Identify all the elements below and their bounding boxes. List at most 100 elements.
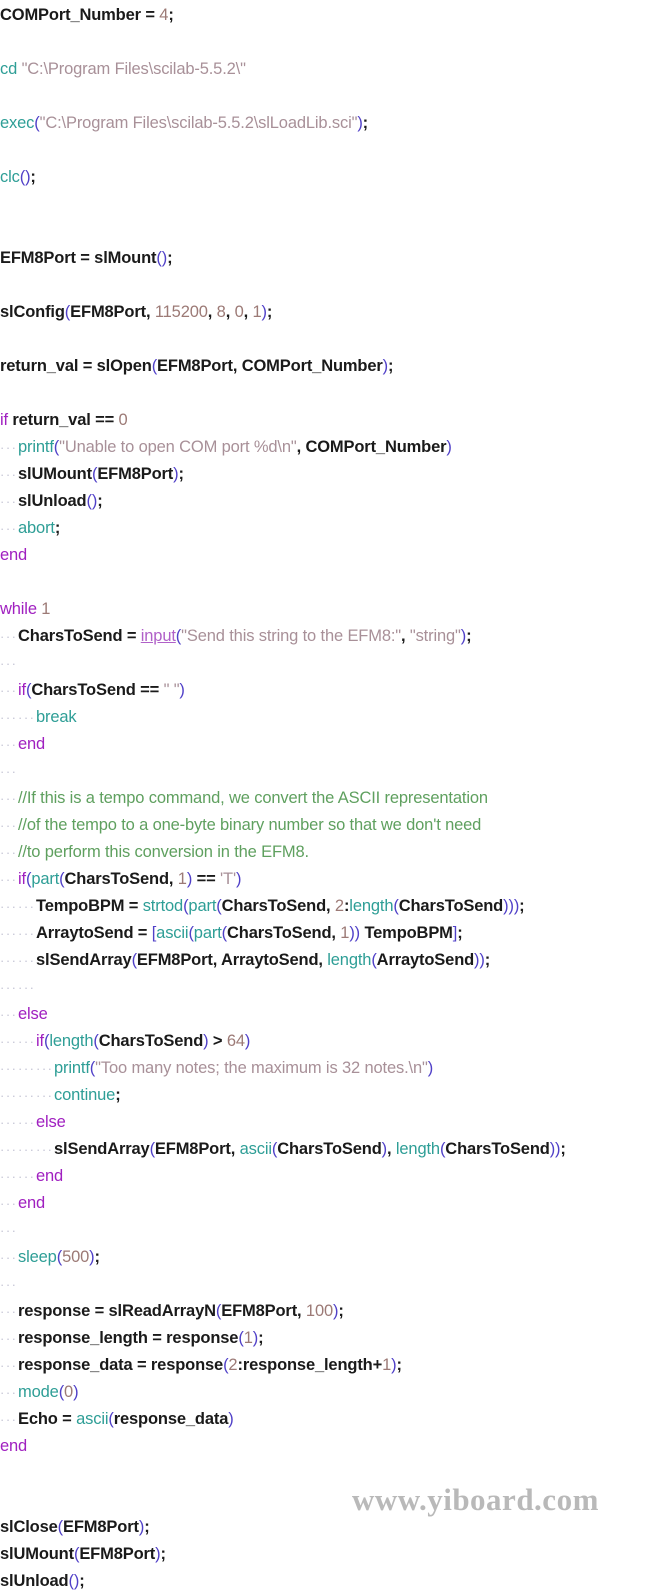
indent-guide-icon: ··· — [0, 1088, 18, 1103]
code-line[interactable]: cd "C:\Program Files\scilab-5.5.2\" — [0, 56, 668, 83]
code-token-op: ; — [97, 492, 103, 510]
code-line[interactable]: ···if(CharsToSend == " ") — [0, 677, 668, 704]
indent-guide-icon: ··· — [0, 1331, 18, 1346]
code-token-paren: ) — [446, 438, 452, 456]
code-line[interactable]: ··· — [0, 1271, 668, 1298]
code-line[interactable]: ···if(part(CharsToSend, 1) == 'T') — [0, 866, 668, 893]
code-token-op: , — [225, 303, 235, 321]
code-line[interactable]: if return_val == 0 — [0, 407, 668, 434]
code-token-plain: response_data — [113, 1410, 229, 1428]
code-line[interactable]: ···end — [0, 1190, 668, 1217]
code-line[interactable]: ···slUMount(EFM8Port); — [0, 461, 668, 488]
code-token-op: ; — [258, 1329, 264, 1347]
code-token-fn: length — [49, 1032, 94, 1050]
code-line[interactable] — [0, 218, 668, 245]
indent-guide-icon: ··· — [0, 791, 18, 806]
code-token-op: ; — [54, 519, 61, 537]
code-line[interactable]: ······else — [0, 1109, 668, 1136]
code-token-plain: response_data — [18, 1356, 133, 1374]
code-line[interactable] — [0, 569, 668, 596]
code-token-plain: EFM8Port — [221, 1302, 298, 1320]
code-line[interactable]: end — [0, 542, 668, 569]
code-line[interactable]: while 1 — [0, 596, 668, 623]
code-editor[interactable]: COMPort_Number = 4; cd "C:\Program Files\… — [0, 0, 668, 1590]
code-token-fn: ascii — [156, 924, 189, 942]
code-line[interactable] — [0, 29, 668, 56]
code-line[interactable]: ···end — [0, 731, 668, 758]
code-line[interactable]: slUnload(); — [0, 1568, 668, 1595]
code-token-num: 0 — [64, 1383, 74, 1401]
code-line[interactable]: ······if(length(CharsToSend) > 64) — [0, 1028, 668, 1055]
code-token-plain: COMPort_Number — [305, 438, 447, 456]
code-token-op: ; — [168, 6, 174, 24]
code-line[interactable]: exec("C:\Program Files\scilab-5.5.2\slLo… — [0, 110, 668, 137]
code-token-op: ; — [466, 627, 472, 645]
code-line[interactable]: COMPort_Number = 4; — [0, 2, 668, 29]
code-line[interactable]: ·········continue; — [0, 1082, 668, 1109]
code-token-plain: EFM8Port — [63, 1518, 139, 1536]
code-line[interactable]: ···response = slReadArrayN(EFM8Port, 100… — [0, 1298, 668, 1325]
code-line[interactable]: return_val = slOpen(EFM8Port, COMPort_Nu… — [0, 353, 668, 380]
code-line[interactable]: EFM8Port = slMount(); — [0, 245, 668, 272]
code-line[interactable]: ·········slSendArray(EFM8Port, ascii(Cha… — [0, 1136, 668, 1163]
code-line[interactable]: ···Echo = ascii(response_data) — [0, 1406, 668, 1433]
indent-guide-icon: ··· — [0, 1277, 18, 1292]
code-token-num: 1 — [41, 600, 51, 618]
code-token-num: 8 — [216, 303, 226, 321]
code-line[interactable]: ··· — [0, 1217, 668, 1244]
code-token-plain: CharsToSend — [64, 870, 170, 888]
code-line[interactable]: ··· — [0, 650, 668, 677]
code-token-op: ; — [167, 249, 173, 267]
code-token-op: = — [124, 897, 143, 915]
code-line[interactable]: ······TempoBPM = strtod(part(CharsToSend… — [0, 893, 668, 920]
code-token-fn: abort — [18, 519, 55, 537]
code-line[interactable]: ···slUnload(); — [0, 488, 668, 515]
code-line[interactable] — [0, 380, 668, 407]
code-line[interactable]: ······ — [0, 974, 668, 1001]
code-line[interactable]: ·········printf("Too many notes; the max… — [0, 1055, 668, 1082]
code-token-fn: clc — [0, 168, 20, 186]
indent-guide-icon: ··· — [0, 1061, 18, 1076]
code-line[interactable]: slConfig(EFM8Port, 115200, 8, 0, 1); — [0, 299, 668, 326]
code-token-kw: else — [36, 1113, 66, 1131]
code-line[interactable] — [0, 326, 668, 353]
code-line[interactable]: ······break — [0, 704, 668, 731]
code-token-op: , — [401, 627, 410, 645]
code-token-op: ; — [457, 924, 463, 942]
code-line[interactable]: ······end — [0, 1163, 668, 1190]
code-line[interactable]: ··· — [0, 758, 668, 785]
code-line[interactable]: end — [0, 1433, 668, 1460]
code-token-op: , — [387, 1140, 396, 1158]
code-line[interactable]: slUMount(EFM8Port); — [0, 1541, 668, 1568]
code-token-op: ; — [396, 1356, 402, 1374]
code-line[interactable]: clc(); — [0, 164, 668, 191]
code-line[interactable]: ···//to perform this conversion in the E… — [0, 839, 668, 866]
code-token-kw: end — [18, 1194, 46, 1212]
code-line[interactable]: ···else — [0, 1001, 668, 1028]
code-token-op: ; — [388, 357, 394, 375]
code-line[interactable] — [0, 191, 668, 218]
code-token-plain: slUnload — [0, 1572, 69, 1590]
code-token-kw: else — [18, 1005, 48, 1023]
code-line[interactable]: ···response_data = response(2:response_l… — [0, 1352, 668, 1379]
indent-guide-icon: ··· — [18, 1034, 36, 1049]
code-token-plain: CharsToSend — [445, 1140, 550, 1158]
indent-guide-icon: ··· — [0, 899, 18, 914]
code-line[interactable]: ···mode(0) — [0, 1379, 668, 1406]
code-line[interactable]: ······slSendArray(EFM8Port, ArraytoSend,… — [0, 947, 668, 974]
code-line[interactable] — [0, 83, 668, 110]
indent-guide-icon: ··· — [0, 872, 18, 887]
code-line[interactable]: ······ArraytoSend = [ascii(part(CharsToS… — [0, 920, 668, 947]
code-line[interactable]: ···sleep(500); — [0, 1244, 668, 1271]
code-line[interactable]: ···CharsToSend = input("Send this string… — [0, 623, 668, 650]
code-line[interactable] — [0, 137, 668, 164]
code-line[interactable]: ···abort; — [0, 515, 668, 542]
indent-guide-icon: ··· — [18, 980, 36, 995]
code-line[interactable]: ···//If this is a tempo command, we conv… — [0, 785, 668, 812]
code-line[interactable] — [0, 272, 668, 299]
code-line[interactable]: ···//of the tempo to a one-byte binary n… — [0, 812, 668, 839]
code-token-paren: ) — [228, 1410, 234, 1428]
code-line[interactable]: slClose(EFM8Port); — [0, 1514, 668, 1541]
code-line[interactable]: ···response_length = response(1); — [0, 1325, 668, 1352]
code-line[interactable]: ···printf("Unable to open COM port %d\n"… — [0, 434, 668, 461]
